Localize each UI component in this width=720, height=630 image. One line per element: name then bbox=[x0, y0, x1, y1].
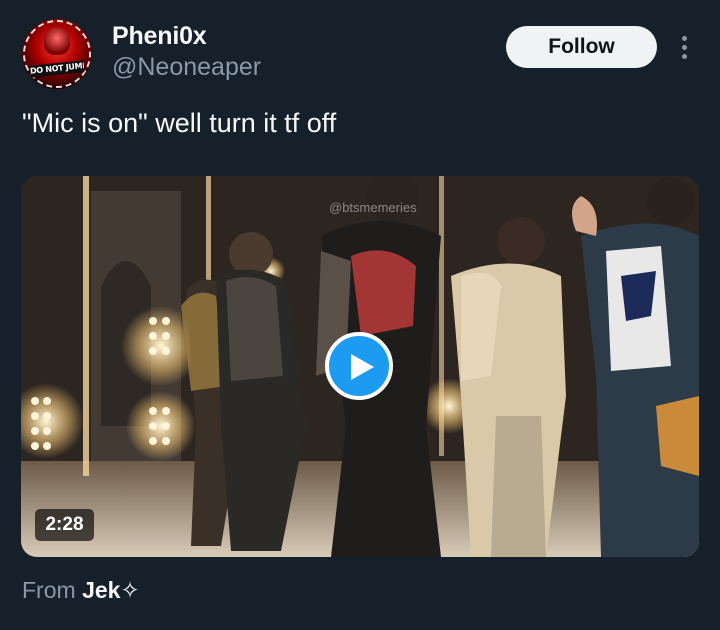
more-vertical-icon bbox=[682, 45, 687, 50]
more-vertical-icon bbox=[682, 54, 687, 59]
video-player[interactable]: @btsmemeries 2:28 bbox=[21, 176, 699, 557]
source-attribution: From Jek✧ bbox=[22, 577, 140, 604]
source-account-link[interactable]: Jek✧ bbox=[82, 577, 140, 603]
more-vertical-icon bbox=[682, 36, 687, 41]
more-options-button[interactable] bbox=[672, 30, 698, 66]
play-button[interactable] bbox=[325, 332, 393, 400]
author-display-name[interactable]: Pheni0x bbox=[112, 22, 207, 51]
video-duration-badge: 2:28 bbox=[35, 509, 94, 541]
play-icon bbox=[351, 354, 374, 380]
avatar-ring bbox=[23, 20, 91, 88]
author-handle[interactable]: @Neoneaper bbox=[112, 53, 261, 82]
source-prefix: From bbox=[22, 577, 76, 603]
tweet-text: "Mic is on" well turn it tf off bbox=[22, 108, 337, 138]
follow-button[interactable]: Follow bbox=[506, 26, 657, 68]
author-avatar[interactable]: DO NOT JUMP bbox=[20, 17, 94, 91]
video-watermark: @btsmemeries bbox=[329, 200, 417, 215]
